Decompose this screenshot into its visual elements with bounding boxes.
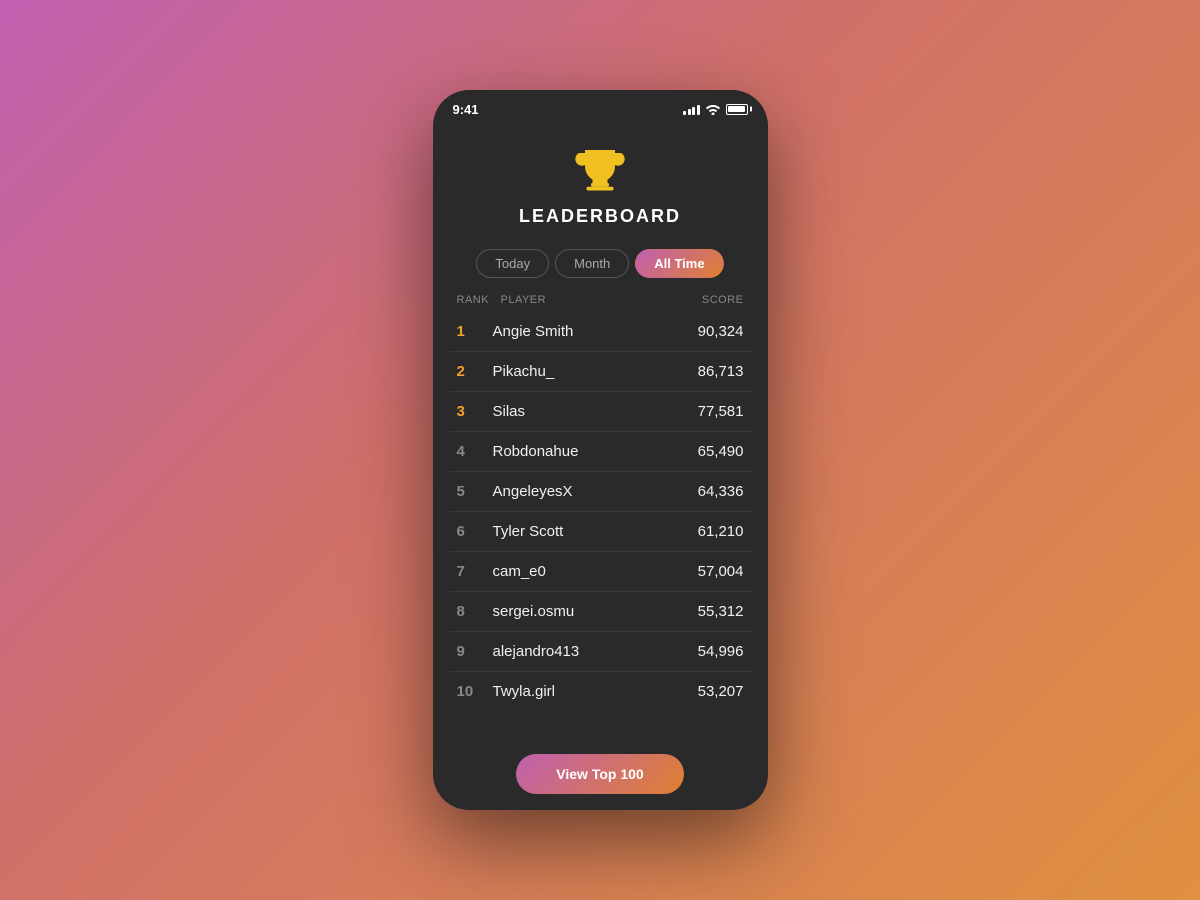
rank-number: 4 xyxy=(457,443,493,460)
rank-number: 8 xyxy=(457,603,493,620)
list-item: 9alejandro41354,996 xyxy=(449,632,752,672)
header-rank: Rank xyxy=(457,294,501,306)
player-name: Silas xyxy=(493,403,680,420)
battery-icon xyxy=(726,104,748,115)
rank-number: 1 xyxy=(457,323,493,340)
phone-frame: 9:41 LEADERBOARD xyxy=(433,90,768,810)
wifi-icon xyxy=(705,103,721,115)
list-item: 7cam_e057,004 xyxy=(449,552,752,592)
list-item: 3Silas77,581 xyxy=(449,392,752,432)
leaderboard-title: LEADERBOARD xyxy=(519,206,681,227)
tab-alltime[interactable]: All Time xyxy=(635,249,723,278)
app-content: LEADERBOARD Today Month All Time Rank Pl… xyxy=(433,122,768,810)
rank-number: 7 xyxy=(457,563,493,580)
table-header: Rank Player Score xyxy=(433,290,768,312)
player-score: 54,996 xyxy=(680,643,744,660)
list-item: 6Tyler Scott61,210 xyxy=(449,512,752,552)
list-item: 1Angie Smith90,324 xyxy=(449,312,752,352)
signal-icon xyxy=(683,103,700,115)
player-score: 90,324 xyxy=(680,323,744,340)
tab-today[interactable]: Today xyxy=(476,249,549,278)
rank-number: 2 xyxy=(457,363,493,380)
rank-number: 3 xyxy=(457,403,493,420)
rank-number: 9 xyxy=(457,643,493,660)
list-item: 10Twyla.girl53,207 xyxy=(449,672,752,711)
trophy-section: LEADERBOARD xyxy=(433,122,768,239)
player-score: 77,581 xyxy=(680,403,744,420)
player-name: Robdonahue xyxy=(493,443,680,460)
player-score: 65,490 xyxy=(680,443,744,460)
player-score: 57,004 xyxy=(680,563,744,580)
player-name: Tyler Scott xyxy=(493,523,680,540)
player-score: 86,713 xyxy=(680,363,744,380)
player-name: sergei.osmu xyxy=(493,603,680,620)
status-time: 9:41 xyxy=(453,102,479,117)
trophy-icon xyxy=(570,138,630,198)
player-name: cam_e0 xyxy=(493,563,680,580)
player-score: 61,210 xyxy=(680,523,744,540)
rank-number: 5 xyxy=(457,483,493,500)
rank-number: 6 xyxy=(457,523,493,540)
player-score: 53,207 xyxy=(680,683,744,700)
status-bar: 9:41 xyxy=(433,90,768,122)
header-player: Player xyxy=(501,294,680,306)
leaderboard-list: 1Angie Smith90,3242Pikachu_86,7133Silas7… xyxy=(433,312,768,740)
player-name: Twyla.girl xyxy=(493,683,680,700)
tab-month[interactable]: Month xyxy=(555,249,629,278)
filter-tabs: Today Month All Time xyxy=(433,239,768,290)
header-score: Score xyxy=(680,294,744,306)
list-item: 4Robdonahue65,490 xyxy=(449,432,752,472)
player-name: alejandro413 xyxy=(493,643,680,660)
list-item: 5AngeleyesX64,336 xyxy=(449,472,752,512)
player-score: 64,336 xyxy=(680,483,744,500)
status-icons xyxy=(683,103,748,115)
player-name: AngeleyesX xyxy=(493,483,680,500)
view-top-100-button[interactable]: View Top 100 xyxy=(516,754,683,794)
rank-number: 10 xyxy=(457,683,493,700)
player-name: Pikachu_ xyxy=(493,363,680,380)
player-score: 55,312 xyxy=(680,603,744,620)
list-item: 2Pikachu_86,713 xyxy=(449,352,752,392)
list-item: 8sergei.osmu55,312 xyxy=(449,592,752,632)
player-name: Angie Smith xyxy=(493,323,680,340)
